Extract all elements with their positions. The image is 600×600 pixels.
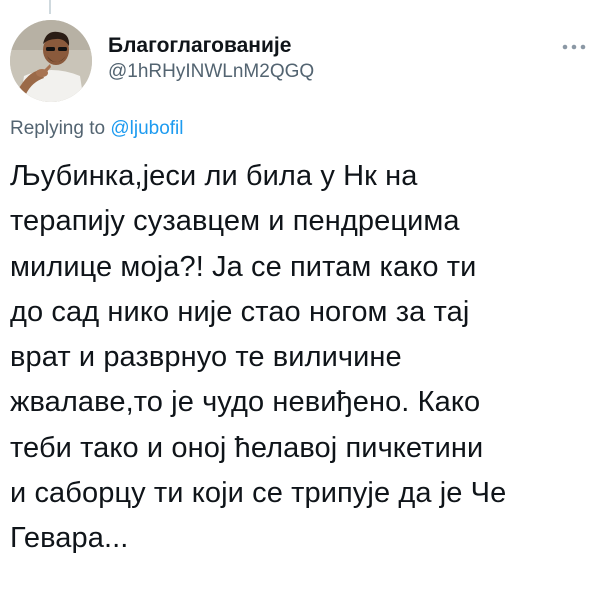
display-name[interactable]: Благоглагованије: [108, 34, 314, 58]
tweet-text-line: и саборцу ти који се трипује да је Че: [10, 477, 507, 510]
avatar-image: [10, 20, 92, 102]
replying-to-mention[interactable]: @ljubofil: [110, 118, 183, 139]
tweet-text-line: теби тако и оној ћелавој пичкетини: [10, 431, 484, 464]
tweet-text: Љубинка,јеси ли била у Нк на терапију су…: [10, 154, 595, 562]
tweet-header: Благоглагованије @1hRHyINWLnM2QGQ: [10, 20, 588, 104]
tweet-text-line: врат и разврнуо те виличине: [10, 341, 402, 374]
author-names: Благоглагованије @1hRHyINWLnM2QGQ: [108, 34, 314, 85]
avatar[interactable]: [10, 20, 92, 102]
tweet-text-line: жвалаве,то је чудо невиђено. Како: [10, 386, 481, 419]
tweet-text-line: Љубинка,јеси ли била у Нк на: [10, 160, 418, 192]
tweet-text-line: Гевара...: [10, 522, 129, 555]
tweet-text-line: до сад нико није стао ногом за тај: [10, 295, 470, 328]
tweet-text-line: милице моја?! Ја се питам како ти: [10, 250, 477, 283]
tweet-page: Благоглагованије @1hRHyINWLnM2QGQ Replyi…: [0, 0, 600, 600]
thread-connector-line: [49, 0, 51, 14]
tweet-text-line: терапију сузавцем и пендрецима: [10, 205, 460, 238]
user-handle[interactable]: @1hRHyINWLnM2QGQ: [108, 59, 314, 85]
replying-to-label: Replying to: [10, 118, 106, 139]
replying-to: Replying to @ljubofil: [10, 116, 184, 142]
more-options-icon[interactable]: [560, 40, 588, 52]
